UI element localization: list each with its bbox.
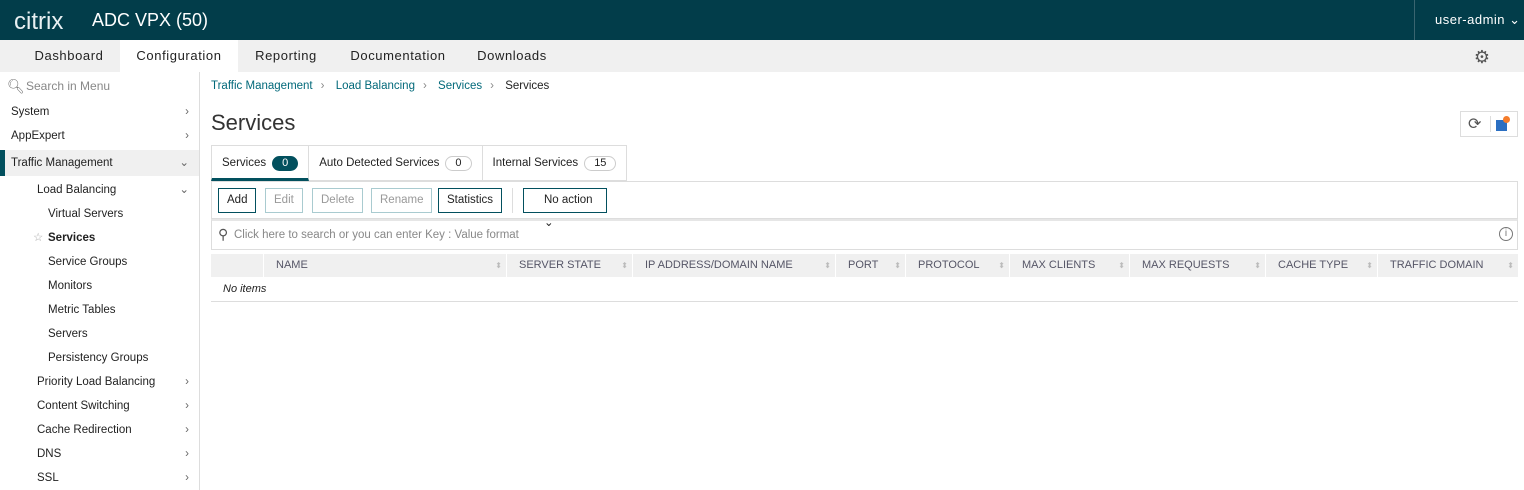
sidebar-item-virtual-servers[interactable]: Virtual Servers (0, 202, 199, 226)
column-header-cache-type[interactable]: CACHE TYPE ⬍ (1266, 254, 1377, 277)
column-header-max-clients[interactable]: MAX CLIENTS ⬍ (1010, 254, 1129, 277)
top-bar: citrix ADC VPX (50) user-admin ⌄ (0, 0, 1524, 40)
app-title: ADC VPX (50) (92, 10, 209, 30)
service-tabs: Services 0 Auto Detected Services 0 Intern… (211, 145, 628, 181)
empty-table-message: No items (223, 283, 267, 295)
count-badge: 0 (272, 156, 299, 171)
sidebar-item-load-balancing[interactable]: Load Balancing ⌄ (0, 178, 199, 202)
label: Priority Load Balancing (37, 376, 156, 388)
chevron-right-icon: › (185, 400, 189, 412)
breadcrumb-traffic-management[interactable]: Traffic Management (211, 80, 313, 92)
breadcrumb-current: Services (505, 80, 550, 92)
toolbar: Add Edit Delete Rename Statistics No act… (211, 181, 1518, 229)
count-badge: 0 (445, 156, 472, 171)
sidebar-item-persistency-groups[interactable]: Persistency Groups (0, 346, 199, 370)
delete-button[interactable]: Delete (312, 188, 364, 213)
label: Load Balancing (37, 184, 117, 196)
gear-icon[interactable]: ⚙ (1474, 47, 1490, 68)
search-placeholder: Search in Menu (26, 79, 111, 93)
chevron-down-icon: ⌄ (179, 184, 189, 196)
chevron-right-icon: › (320, 80, 325, 92)
sidebar-item-content-switching[interactable]: Content Switching › (0, 394, 199, 418)
tab-reporting[interactable]: Reporting (238, 40, 334, 72)
tab-internal-services[interactable]: Internal Services 15 (482, 145, 628, 181)
star-icon[interactable]: ☆ (33, 226, 43, 250)
label: Internal Services (492, 157, 579, 169)
search-icon: ⚲ (218, 226, 229, 242)
search-placeholder: Click here to search or you can enter Ke… (234, 229, 519, 241)
column-header-protocol[interactable]: PROTOCOL ⬍ (906, 254, 1009, 277)
table-search-input[interactable]: ⚲ Click here to search or you can enter … (211, 219, 1518, 250)
breadcrumb-services[interactable]: Services (438, 80, 482, 92)
refresh-icon[interactable]: ⟳ (1468, 114, 1481, 134)
sidebar-item-services[interactable]: ☆ Services (0, 226, 199, 250)
label: System (11, 106, 50, 118)
sidebar-item-priority-load-balancing[interactable]: Priority Load Balancing › (0, 370, 199, 394)
label: No action (544, 194, 593, 206)
select-column-header[interactable] (211, 254, 263, 277)
rename-button[interactable]: Rename (371, 188, 433, 213)
page-tools: ⟳ (1460, 111, 1518, 137)
chevron-right-icon: › (185, 448, 189, 460)
column-header-ip-address[interactable]: IP ADDRESS/DOMAIN NAME ⬍ (633, 254, 835, 277)
sidebar: 🔍︎ Search in Menu System › AppExpert › Traf… (0, 72, 200, 490)
statistics-button[interactable]: Statistics (438, 188, 503, 213)
sidebar-item-system[interactable]: System › (0, 100, 199, 124)
tab-auto-detected-services[interactable]: Auto Detected Services 0 (309, 145, 483, 181)
chevron-right-icon: › (185, 376, 189, 388)
user-menu[interactable]: user-admin ⌄ (1414, 0, 1524, 40)
tab-downloads[interactable]: Downloads (462, 40, 562, 72)
chevron-right-icon: › (185, 472, 189, 484)
tab-services[interactable]: Services 0 (211, 145, 310, 181)
column-header-traffic-domain[interactable]: TRAFFIC DOMAIN ⬍ (1378, 254, 1518, 277)
sidebar-item-dns[interactable]: DNS › (0, 442, 199, 466)
sidebar-item-metric-tables[interactable]: Metric Tables (0, 298, 199, 322)
label: Services (48, 232, 96, 244)
info-icon[interactable]: i (1499, 227, 1513, 241)
sidebar-item-appexpert[interactable]: AppExpert › (0, 124, 199, 148)
sidebar-item-traffic-management[interactable]: Traffic Management ⌄ (0, 150, 199, 176)
menu-search-input[interactable]: 🔍︎ Search in Menu (0, 72, 199, 100)
tab-documentation[interactable]: Documentation (334, 40, 462, 72)
label: Auto Detected Services (319, 157, 440, 169)
tab-configuration[interactable]: Configuration (120, 40, 238, 72)
label: DNS (37, 448, 62, 460)
tab-dashboard[interactable]: Dashboard (18, 40, 120, 72)
label: Services (222, 157, 267, 169)
chevron-right-icon: › (185, 106, 189, 118)
edit-button[interactable]: Edit (265, 188, 303, 213)
main-nav: Dashboard Configuration Reporting Docume… (0, 40, 1524, 72)
breadcrumb-load-balancing[interactable]: Load Balancing (336, 80, 415, 92)
chevron-right-icon: › (185, 130, 189, 142)
label: SSL (37, 472, 59, 484)
count-badge: 15 (584, 156, 617, 171)
sidebar-item-cache-redirection[interactable]: Cache Redirection › (0, 418, 199, 442)
chevron-down-icon: ⌄ (179, 157, 189, 169)
label: Cache Redirection (37, 424, 132, 436)
chevron-right-icon: › (422, 80, 427, 92)
action-select[interactable]: No action ⌄ (523, 188, 607, 229)
column-header-port[interactable]: PORT ⬍ (836, 254, 905, 277)
search-icon: 🔍︎ (7, 78, 25, 94)
sidebar-item-ssl[interactable]: SSL › (0, 466, 199, 490)
user-name: user-admin (1435, 12, 1506, 27)
label: Traffic Management (11, 157, 113, 169)
breadcrumb: Traffic Management › Load Balancing › Serv… (211, 80, 549, 92)
chevron-right-icon: › (490, 80, 494, 92)
sidebar-item-monitors[interactable]: Monitors (0, 274, 199, 298)
column-header-server-state[interactable]: SERVER STATE ⬍ (507, 254, 632, 277)
sidebar-item-servers[interactable]: Servers (0, 322, 199, 346)
add-button[interactable]: Add (218, 188, 257, 213)
page-title: Services (211, 110, 296, 135)
chevron-down-icon: ⌄ (1509, 12, 1521, 27)
citrix-logo: citrix (14, 8, 64, 35)
column-header-max-requests[interactable]: MAX REQUESTS ⬍ (1130, 254, 1265, 277)
label: Content Switching (37, 400, 130, 412)
sidebar-item-service-groups[interactable]: Service Groups (0, 250, 199, 274)
label: AppExpert (11, 130, 65, 142)
unsaved-indicator-icon (1503, 116, 1510, 123)
column-header-name[interactable]: NAME ⬍ (264, 254, 506, 277)
chevron-right-icon: › (185, 424, 189, 436)
